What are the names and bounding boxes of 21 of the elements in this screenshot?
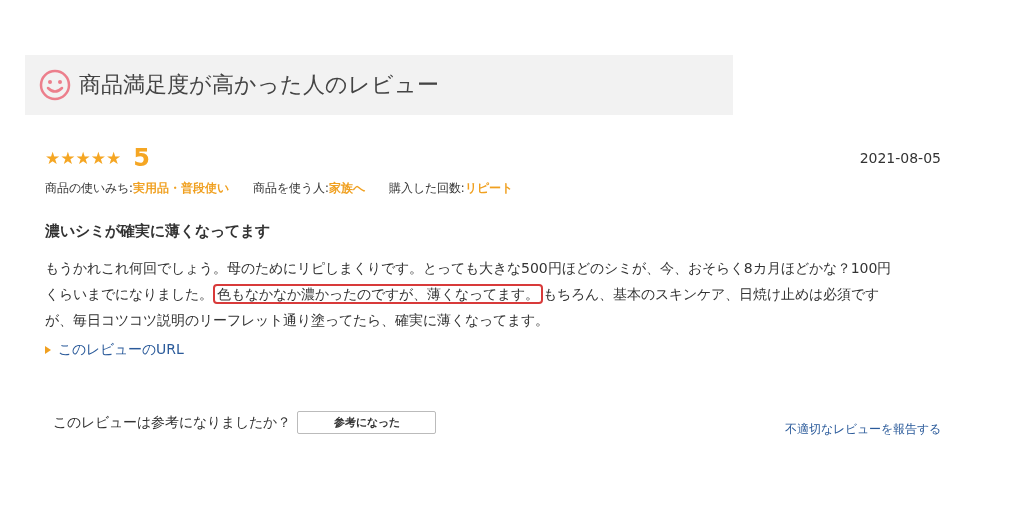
star-icon: ★ [75, 149, 91, 167]
attribute-label: 購入した回数: [388, 181, 465, 196]
report-link[interactable]: 不適切なレビューを報告する [785, 421, 941, 438]
star-icon: ★ [106, 149, 122, 167]
attribute-value: 家族へ [328, 181, 365, 196]
review-url-link[interactable]: このレビューのURL [58, 341, 184, 359]
helpful-button[interactable]: 参考になった [297, 411, 436, 434]
review-title: 濃いシミが確実に薄くなってます [45, 222, 271, 241]
smiley-icon [39, 69, 71, 101]
attribute-value: リピート [464, 181, 513, 196]
star-icon: ★ [45, 149, 61, 167]
triangle-icon [45, 346, 51, 354]
rating-value: 5 [133, 144, 150, 172]
review-date: 2021-08-05 [859, 150, 941, 166]
helpful-question: このレビューは参考になりましたか？ [53, 413, 291, 432]
attribute-label: 商品を使う人: [252, 181, 329, 196]
star-icon: ★ [90, 149, 106, 167]
attribute-label: 商品の使いみち: [45, 181, 133, 196]
section-title: 商品満足度が高かった人のレビュー [79, 71, 439, 99]
review-text: もうかれこれ何回でしょう。母のためにリピしまくりです。とっても大きな500円ほどのシミが、今、おそらく8カ月ほどかな？100円くらいまでになりました。 色もなかなか濃かったのですが、薄くなってます。 もちろん、基本のスキンケア、日焼け止めは必須ですが、毎日コツコツ説明のリーフレット通り塗ってたら、確実に薄くなってます。 [45, 259, 893, 330]
star-icon: ★ [60, 149, 76, 167]
